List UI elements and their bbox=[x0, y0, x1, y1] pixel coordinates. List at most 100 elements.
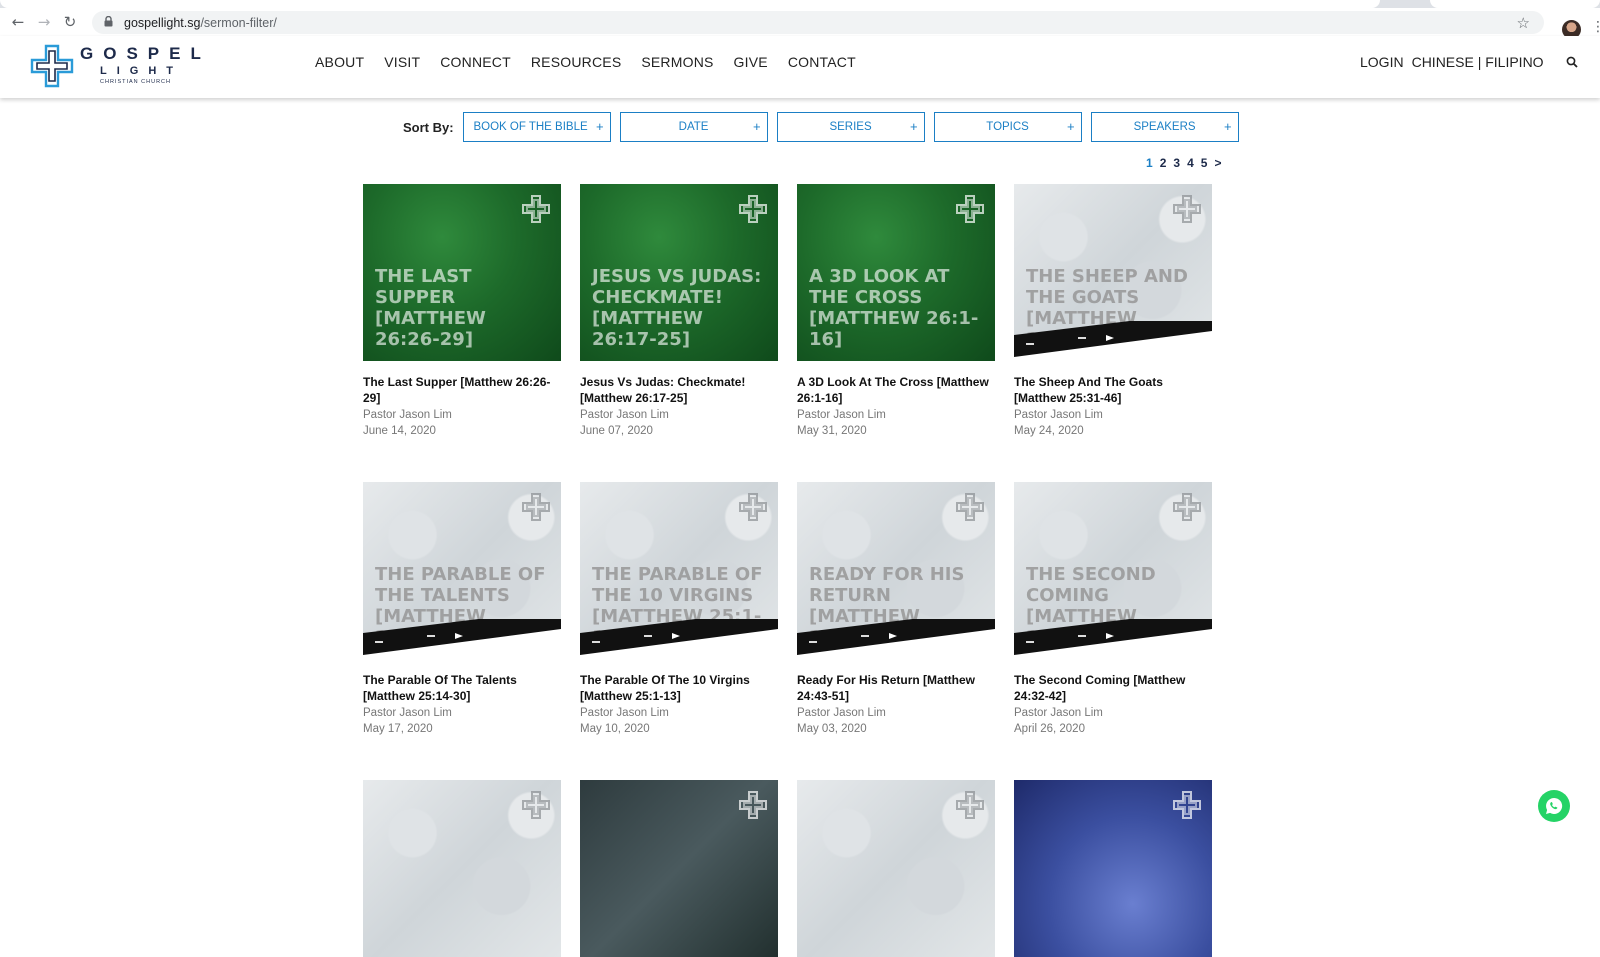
sermon-title[interactable]: A 3D Look At The Cross [Matthew 26:1-16] bbox=[797, 374, 995, 406]
sermon-speaker: Pastor Jason Lim bbox=[580, 409, 669, 421]
sermon-card[interactable]: THE SHEEP AND THE GOATS [MATTHEW 25:31-4… bbox=[1014, 184, 1212, 440]
plus-icon: + bbox=[595, 119, 604, 134]
sermon-card[interactable] bbox=[580, 780, 778, 957]
browser-tab[interactable] bbox=[1430, 0, 1600, 8]
church-cross-icon bbox=[521, 790, 551, 820]
sermon-card[interactable]: JESUS VS JUDAS: CHECKMATE! [MATTHEW 26:1… bbox=[580, 184, 778, 440]
browser-tab-active[interactable] bbox=[0, 0, 1380, 8]
sermon-title[interactable]: The Second Coming [Matthew 24:32-42] bbox=[1014, 672, 1212, 704]
filter-date[interactable]: DATE + bbox=[619, 112, 768, 142]
page-link-5[interactable]: 5 bbox=[1201, 156, 1208, 170]
sermon-speaker: Pastor Jason Lim bbox=[580, 707, 669, 719]
sort-label: Sort By: bbox=[403, 119, 454, 135]
church-cross-icon bbox=[1172, 790, 1202, 820]
sermon-thumbnail[interactable]: THE SECOND COMING [MATTHEW 24:32-42] bbox=[1014, 482, 1212, 659]
sermon-title[interactable]: The Last Supper [Matthew 26:26-29] bbox=[363, 374, 561, 406]
logo-word-light: LIGHT bbox=[100, 65, 183, 77]
sermon-date: May 10, 2020 bbox=[580, 723, 650, 735]
sermon-speaker: Pastor Jason Lim bbox=[797, 707, 886, 719]
nav-resources[interactable]: RESOURCES bbox=[531, 54, 621, 70]
sermon-card[interactable] bbox=[797, 780, 995, 957]
sermon-title[interactable]: The Sheep And The Goats [Matthew 25:31-4… bbox=[1014, 374, 1212, 406]
sermon-date: May 03, 2020 bbox=[797, 723, 867, 735]
sermon-thumbnail[interactable]: THE LAST SUPPER [MATTHEW 26:26-29] bbox=[363, 184, 561, 361]
plus-icon: + bbox=[909, 119, 918, 134]
next-page-link[interactable]: > bbox=[1214, 156, 1221, 170]
sermon-thumbnail[interactable] bbox=[580, 780, 778, 957]
church-cross-icon bbox=[955, 492, 985, 522]
sermon-thumbnail[interactable]: READY FOR HIS RETURN [MATTHEW 24:43-51] bbox=[797, 482, 995, 659]
sermon-date: April 26, 2020 bbox=[1014, 723, 1085, 735]
sermon-thumbnail[interactable]: A 3D LOOK AT THE CROSS [MATTHEW 26:1-16] bbox=[797, 184, 995, 361]
login-link[interactable]: LOGIN bbox=[1360, 54, 1404, 70]
sermon-thumbnail[interactable]: THE PARABLE OF THE 10 VIRGINS [MATTHEW 2… bbox=[580, 482, 778, 659]
filter-book-of-the-bible[interactable]: BOOK OF THE BIBLE + bbox=[462, 112, 611, 142]
sermon-title[interactable]: Jesus Vs Judas: Checkmate! [Matthew 26:1… bbox=[580, 374, 778, 406]
sermon-thumbnail[interactable]: JESUS VS JUDAS: CHECKMATE! [MATTHEW 26:1… bbox=[580, 184, 778, 361]
church-cross-icon bbox=[521, 194, 551, 224]
plus-icon: + bbox=[752, 119, 761, 134]
church-cross-icon bbox=[738, 790, 768, 820]
church-cross-icon bbox=[521, 492, 551, 522]
sermon-card[interactable]: READY FOR HIS RETURN [MATTHEW 24:43-51] R… bbox=[797, 482, 995, 738]
address-bar[interactable]: gospellight.sg/sermon-filter/ ☆ bbox=[92, 11, 1544, 34]
page-link-1[interactable]: 1 bbox=[1146, 156, 1153, 170]
sermon-date: May 31, 2020 bbox=[797, 425, 867, 437]
logo-subtitle: CHRISTIAN CHURCH bbox=[100, 79, 171, 85]
plus-icon: + bbox=[1066, 119, 1075, 134]
sermon-thumbnail[interactable]: THE PARABLE OF THE TALENTS [MATTHEW 25:1… bbox=[363, 482, 561, 659]
filter-series[interactable]: SERIES + bbox=[776, 112, 925, 142]
url-path: /sermon-filter/ bbox=[200, 15, 277, 30]
sermon-thumbnail[interactable]: THE SHEEP AND THE GOATS [MATTHEW 25:31-4… bbox=[1014, 184, 1212, 361]
page-link-3[interactable]: 3 bbox=[1173, 156, 1180, 170]
nav-sermons[interactable]: SERMONS bbox=[641, 54, 713, 70]
forward-button[interactable]: → bbox=[31, 9, 57, 35]
church-logo[interactable]: GOSPEL LIGHT CHRISTIAN CHURCH bbox=[28, 40, 208, 92]
browser-menu-icon[interactable]: ⋮ bbox=[1591, 19, 1600, 35]
filter-speakers[interactable]: SPEAKERS + bbox=[1090, 112, 1239, 142]
page-link-2[interactable]: 2 bbox=[1160, 156, 1167, 170]
sermon-card[interactable]: THE SECOND COMING [MATTHEW 24:32-42] The … bbox=[1014, 482, 1212, 738]
search-icon[interactable] bbox=[1566, 55, 1580, 69]
filter-label: TOPICS bbox=[986, 121, 1029, 133]
sermon-speaker: Pastor Jason Lim bbox=[363, 707, 452, 719]
thumbnail-title: THE LAST SUPPER [MATTHEW 26:26-29] bbox=[375, 266, 486, 350]
sermon-card[interactable]: A 3D LOOK AT THE CROSS [MATTHEW 26:1-16]… bbox=[797, 184, 995, 440]
url-domain: gospellight.sg bbox=[124, 15, 201, 30]
plus-icon: + bbox=[1223, 119, 1232, 134]
sermon-thumbnail[interactable] bbox=[1014, 780, 1212, 957]
language-links[interactable]: CHINESE | FILIPINO bbox=[1412, 54, 1544, 70]
bookmark-star-icon[interactable]: ☆ bbox=[1517, 14, 1530, 32]
sermon-card[interactable]: THE PARABLE OF THE 10 VIRGINS [MATTHEW 2… bbox=[580, 482, 778, 738]
pagination: 1 2 3 4 5 > bbox=[1146, 156, 1228, 170]
sermon-card[interactable]: THE LAST SUPPER [MATTHEW 26:26-29] The La… bbox=[363, 184, 561, 440]
nav-visit[interactable]: VISIT bbox=[384, 54, 420, 70]
back-button[interactable]: ← bbox=[5, 9, 31, 35]
thumbnail-title: A 3D LOOK AT THE CROSS [MATTHEW 26:1-16] bbox=[809, 266, 979, 350]
filter-topics[interactable]: TOPICS + bbox=[933, 112, 1082, 142]
filter-label: DATE bbox=[678, 121, 709, 133]
nav-connect[interactable]: CONNECT bbox=[440, 54, 511, 70]
browser-tabstrip bbox=[0, 0, 1600, 8]
sermon-title[interactable]: The Parable Of The 10 Virgins [Matthew 2… bbox=[580, 672, 778, 704]
sermon-thumbnail[interactable] bbox=[363, 780, 561, 957]
sermon-card[interactable] bbox=[363, 780, 561, 957]
filter-label: BOOK OF THE BIBLE bbox=[473, 121, 588, 133]
page-link-4[interactable]: 4 bbox=[1187, 156, 1194, 170]
nav-give[interactable]: GIVE bbox=[734, 54, 768, 70]
main-nav: ABOUT VISIT CONNECT RESOURCES SERMONS GI… bbox=[315, 54, 876, 70]
nav-about[interactable]: ABOUT bbox=[315, 54, 364, 70]
sermon-card[interactable] bbox=[1014, 780, 1212, 957]
sermon-card[interactable]: THE PARABLE OF THE TALENTS [MATTHEW 25:1… bbox=[363, 482, 561, 738]
sermon-date: May 17, 2020 bbox=[363, 723, 433, 735]
reload-button[interactable]: ↻ bbox=[57, 9, 83, 35]
whatsapp-icon[interactable] bbox=[1538, 790, 1570, 822]
church-cross-icon bbox=[738, 492, 768, 522]
filmstrip-graphic bbox=[1014, 311, 1212, 361]
sort-bar: Sort By: BOOK OF THE BIBLE + DATE + SERIES… bbox=[403, 112, 1248, 142]
nav-contact[interactable]: CONTACT bbox=[788, 54, 856, 70]
sermon-title[interactable]: The Parable Of The Talents [Matthew 25:1… bbox=[363, 672, 561, 704]
sermon-thumbnail[interactable] bbox=[797, 780, 995, 957]
sermon-title[interactable]: Ready For His Return [Matthew 24:43-51] bbox=[797, 672, 995, 704]
thumbnail-title: JESUS VS JUDAS: CHECKMATE! [MATTHEW 26:1… bbox=[592, 266, 762, 350]
